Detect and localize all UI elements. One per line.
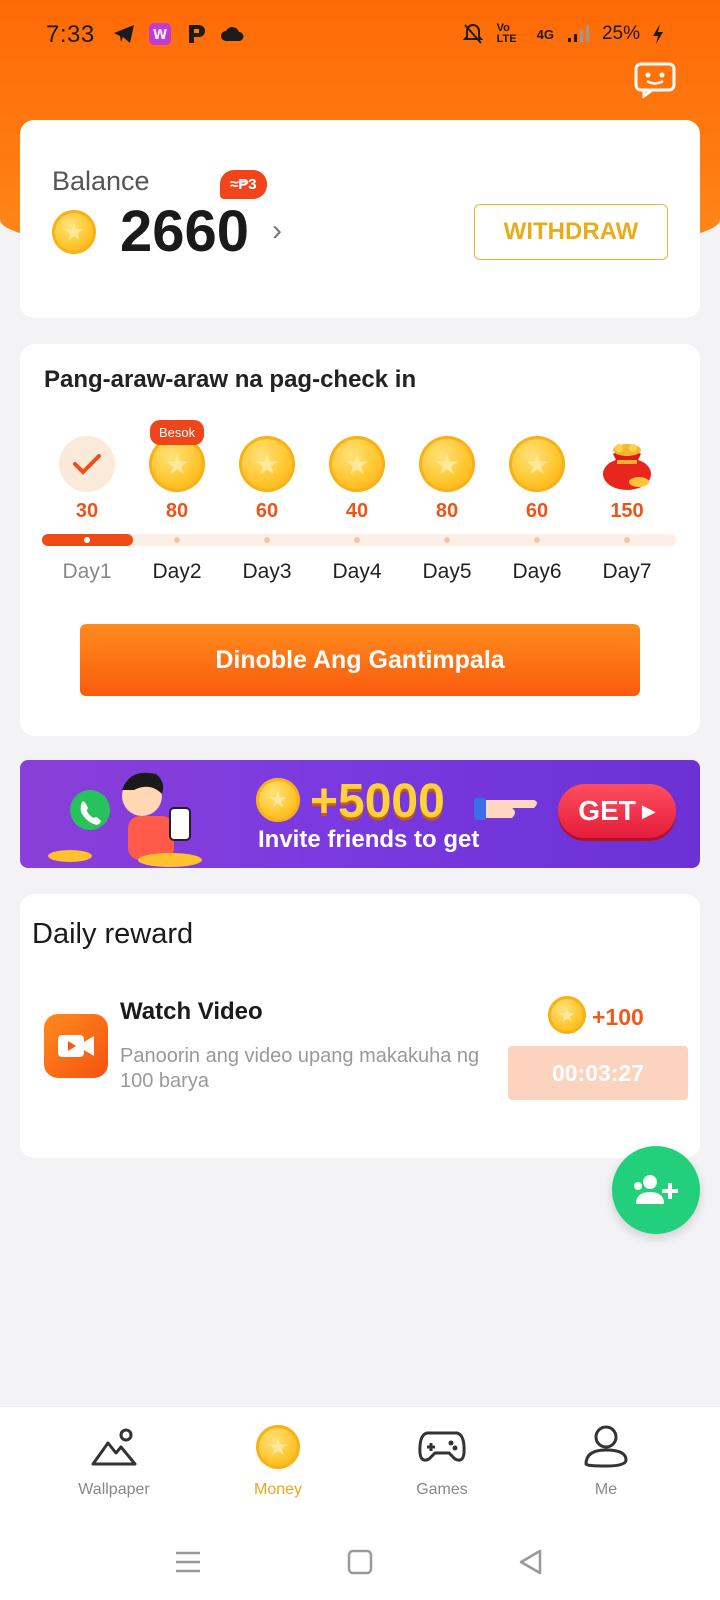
system-status-icons: Vo LTE 4G 25% xyxy=(461,22,664,46)
app-p-icon xyxy=(184,22,208,46)
day-item[interactable]: ★ 60 Day6 xyxy=(492,436,582,586)
tomorrow-badge: Besok xyxy=(150,420,205,445)
gamepad-icon xyxy=(416,1421,468,1473)
task-name: Watch Video xyxy=(120,998,263,1025)
system-navigation-bar xyxy=(0,1526,720,1600)
charging-icon xyxy=(652,22,664,46)
nav-item-me[interactable]: Me xyxy=(546,1421,666,1499)
task-reward-amount: +100 xyxy=(592,1004,644,1030)
progress-dot xyxy=(264,537,270,543)
video-camera-icon xyxy=(44,1014,108,1078)
coin-icon: ★ xyxy=(419,436,475,492)
checkin-progress-track xyxy=(42,534,676,546)
network-type: 4G xyxy=(536,26,554,42)
nav-label: Games xyxy=(416,1481,468,1498)
progress-dot xyxy=(444,537,450,543)
day-item[interactable]: 30 Day1 xyxy=(42,436,132,586)
signal-icon xyxy=(566,22,590,46)
telegram-icon xyxy=(112,22,136,46)
pointing-hand-icon xyxy=(474,798,537,820)
invite-friends-banner[interactable]: ★ +5000 Invite friends to get GET ▶ xyxy=(20,760,700,868)
banner-amount: +5000 xyxy=(310,775,445,828)
progress-dot xyxy=(174,537,180,543)
peso-equivalent-badge: ≈₱3 xyxy=(220,170,267,199)
checkin-days: 30 Day1 ★ 80 Day2 ★ 60 Day3 ★ 40 Day4 ★ … xyxy=(42,436,682,586)
day-amount: 60 xyxy=(255,500,279,522)
bottom-navigation: Wallpaper ★ Money Games Me xyxy=(0,1406,720,1526)
day-label: Day3 xyxy=(242,560,292,583)
coin-icon: ★ xyxy=(509,436,565,492)
balance-label: Balance xyxy=(52,166,150,196)
day-amount: 60 xyxy=(525,500,549,522)
play-arrow-icon: ▶ xyxy=(641,800,656,821)
volte-indicator: Vo LTE xyxy=(496,22,517,45)
day-item[interactable]: ★ 60 Day3 xyxy=(222,436,312,586)
svg-text:W: W xyxy=(153,28,167,43)
bell-muted-icon xyxy=(461,22,485,46)
nav-label: Me xyxy=(594,1481,618,1498)
banner-illustration xyxy=(48,772,202,867)
status-bar: 7:33 W Vo LTE 4G 25% xyxy=(0,16,720,56)
daily-reward-title: Daily reward xyxy=(32,918,194,950)
day-item[interactable]: ★ 40 Day4 xyxy=(312,436,402,586)
day-amount: 40 xyxy=(345,500,369,522)
status-time: 7:33 xyxy=(46,21,95,48)
coin-icon: ★ xyxy=(329,436,385,492)
red-gift-bag-icon xyxy=(599,436,655,492)
coin-icon: ★ xyxy=(239,436,295,492)
day-item[interactable]: ★ 80 Day2 xyxy=(132,436,222,586)
wallpaper-icon xyxy=(88,1421,140,1473)
progress-dot xyxy=(354,537,360,543)
back-icon[interactable] xyxy=(510,1542,550,1582)
chevron-right-icon[interactable]: › xyxy=(272,214,282,248)
progress-dot xyxy=(84,537,90,543)
banner-text: Invite friends to get xyxy=(258,826,480,853)
progress-dot xyxy=(624,537,630,543)
day-item[interactable]: 150 Day7 xyxy=(582,436,672,586)
battery-percent: 25% xyxy=(601,23,640,44)
day-item[interactable]: ★ 80 Day5 xyxy=(402,436,492,586)
get-label: GET xyxy=(578,795,636,826)
money-coin-icon: ★ xyxy=(252,1421,304,1473)
nav-label: Money xyxy=(253,1481,303,1498)
nav-item-games[interactable]: Games xyxy=(382,1421,502,1499)
balance-card: Balance ★ 2660 ≈₱3 › WITHDRAW xyxy=(20,120,700,318)
app-w-icon: W xyxy=(148,22,172,46)
withdraw-button[interactable]: WITHDRAW xyxy=(474,204,668,260)
coin-icon: ★ xyxy=(52,210,96,254)
progress-dot xyxy=(534,537,540,543)
daily-reward-card: Daily reward Watch Video Panoorin ang vi… xyxy=(20,894,700,1158)
task-description: Panoorin ang video upang makakuha ng 100… xyxy=(120,1045,480,1092)
coin-icon: ★ xyxy=(256,778,300,822)
add-friend-button[interactable] xyxy=(612,1146,700,1234)
customer-service-icon[interactable] xyxy=(634,62,676,99)
double-reward-button[interactable]: Dinoble Ang Gantimpala xyxy=(80,624,640,696)
daily-checkin-card: Pang-araw-araw na pag-check in Besok 30 … xyxy=(20,344,700,736)
profile-icon xyxy=(580,1421,632,1473)
day-label: Day2 xyxy=(152,560,202,583)
notification-icons: W xyxy=(112,22,244,46)
add-user-icon xyxy=(634,1175,678,1204)
day-label: Day1 xyxy=(62,560,112,583)
day-amount: 30 xyxy=(75,500,99,522)
day-amount: 80 xyxy=(435,500,459,522)
day-amount: 80 xyxy=(165,500,189,522)
nav-label: Wallpaper xyxy=(78,1481,150,1498)
coin-icon: ★ xyxy=(548,996,586,1034)
nav-item-wallpaper[interactable]: Wallpaper xyxy=(54,1421,174,1499)
day-label: Day6 xyxy=(512,560,562,583)
task-timer-button[interactable]: 00:03:27 xyxy=(508,1046,688,1100)
cloud-icon xyxy=(220,22,244,46)
menu-icon[interactable] xyxy=(168,1542,208,1582)
nav-item-money[interactable]: ★ Money xyxy=(218,1421,338,1499)
day-amount: 150 xyxy=(610,500,644,522)
day-label: Day7 xyxy=(602,560,652,583)
day-label: Day4 xyxy=(332,560,382,583)
checkmark-icon xyxy=(59,436,115,492)
balance-value[interactable]: 2660 xyxy=(120,198,249,265)
day-label: Day5 xyxy=(422,560,472,583)
home-icon[interactable] xyxy=(340,1542,380,1582)
get-button[interactable]: GET ▶ xyxy=(558,784,676,838)
checkin-title: Pang-araw-araw na pag-check in xyxy=(44,366,417,393)
